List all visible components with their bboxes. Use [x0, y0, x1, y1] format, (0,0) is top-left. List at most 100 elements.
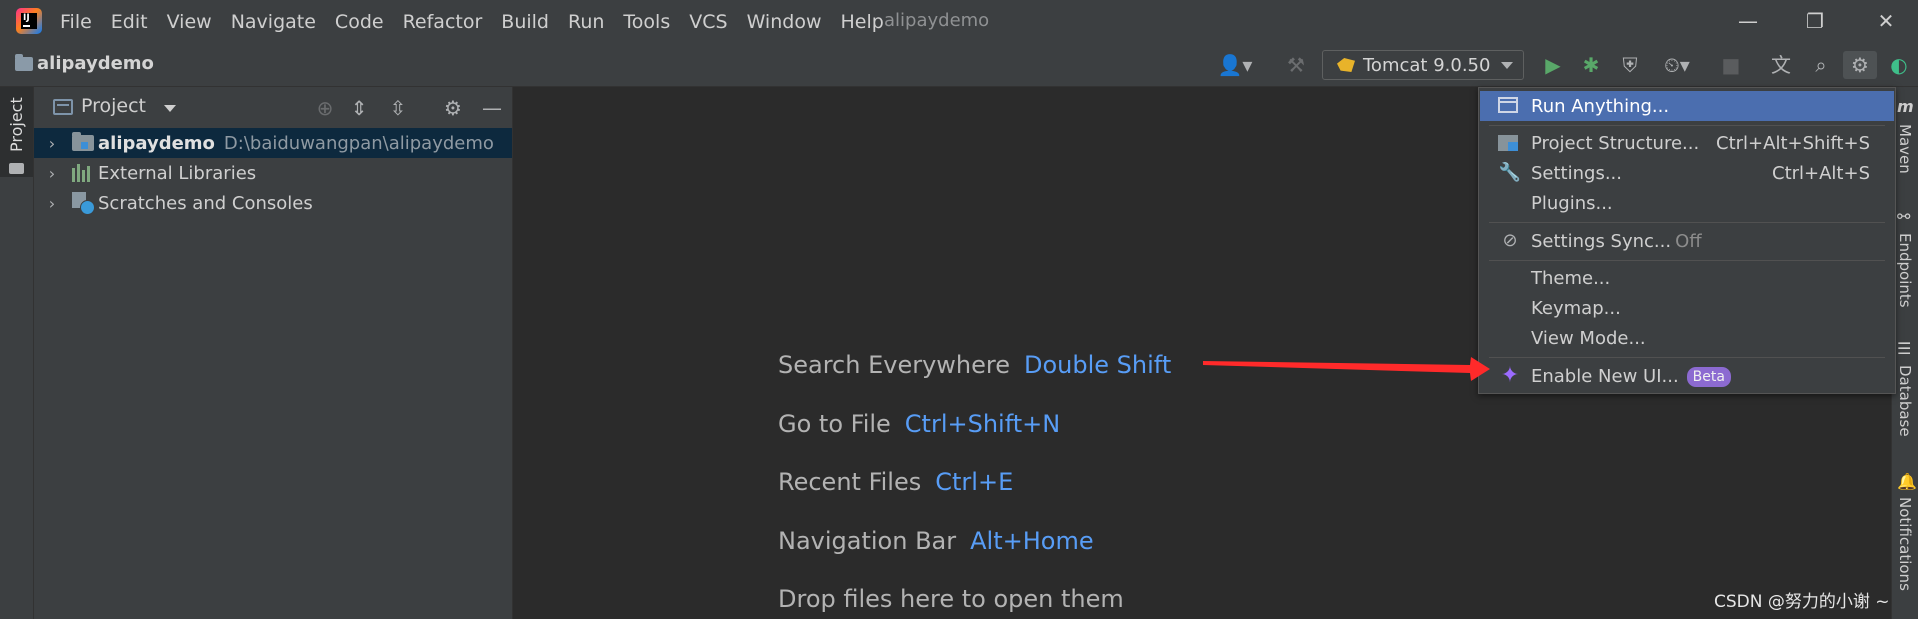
libraries-icon — [72, 164, 94, 182]
tree-row-project[interactable]: › alipaydemo D:\baiduwangpan\alipaydemo — [34, 128, 512, 158]
menu-item-label: Theme... — [1531, 267, 1611, 289]
menu-item-view-mode[interactable]: View Mode... — [1480, 323, 1894, 353]
menu-item-label: Settings Sync... — [1531, 230, 1672, 252]
menu-item-settings-sync[interactable]: ⊘ Settings Sync... Off — [1480, 226, 1894, 256]
collapse-all-icon[interactable]: ⇳ — [384, 94, 412, 122]
plugin-globe-icon[interactable]: ◐ — [1885, 51, 1913, 79]
menu-run[interactable]: Run — [568, 11, 604, 33]
chevron-down-icon[interactable] — [164, 105, 176, 112]
menu-item-enable-new-ui[interactable]: ✦ Enable New UI... Beta — [1480, 361, 1894, 391]
menu-item-label: Run Anything... — [1531, 95, 1670, 117]
menu-view[interactable]: View — [167, 11, 212, 33]
menu-item-label: Plugins... — [1531, 192, 1613, 214]
folder-icon — [15, 53, 33, 71]
hint-shortcut: Ctrl+Shift+N — [904, 410, 1061, 438]
menu-tools[interactable]: Tools — [623, 11, 670, 33]
settings-gear-icon[interactable]: ⚙ — [1843, 51, 1877, 79]
beta-badge: Beta — [1686, 366, 1731, 387]
chevron-right-icon[interactable]: › — [42, 164, 62, 183]
menu-item-plugins[interactable]: Plugins... — [1480, 188, 1894, 218]
hint-recent-files: Recent Files Ctrl+E — [778, 468, 1013, 496]
translate-icon[interactable]: 文 — [1766, 51, 1796, 79]
menu-item-theme[interactable]: Theme... — [1480, 263, 1894, 293]
menu-code[interactable]: Code — [335, 11, 384, 33]
tree-item-path: D:\baiduwangpan\alipaydemo — [223, 132, 494, 154]
menu-item-label-group: Enable New UI... Beta — [1531, 366, 1731, 387]
notifications-bell-icon: 🔔 — [1897, 472, 1917, 491]
chevron-right-icon[interactable]: › — [42, 134, 62, 153]
menu-file[interactable]: File — [60, 11, 92, 33]
run-configuration-select[interactable]: Tomcat 9.0.50 — [1322, 50, 1524, 80]
project-view-icon — [53, 99, 73, 115]
build-hammer-icon[interactable]: ⚒ — [1282, 51, 1310, 79]
endpoints-tab[interactable]: Endpoints — [1896, 233, 1914, 308]
maven-icon: m — [1897, 97, 1914, 116]
menu-help[interactable]: Help — [840, 11, 883, 33]
coverage-shield-icon[interactable]: ⛨ — [1616, 51, 1644, 79]
maven-tab[interactable]: Maven — [1896, 124, 1914, 174]
project-panel-title[interactable]: Project — [81, 95, 146, 117]
run-anything-icon — [1498, 94, 1522, 118]
endpoints-icon: ⚯ — [1897, 207, 1911, 226]
menu-item-keymap[interactable]: Keymap... — [1480, 293, 1894, 323]
run-configuration-label: Tomcat 9.0.50 — [1363, 54, 1491, 76]
menu-refactor[interactable]: Refactor — [403, 11, 483, 33]
settings-popup-menu: Run Anything... Project Structure... Ctr… — [1478, 87, 1896, 394]
tree-item-name: alipaydemo — [98, 132, 215, 154]
sync-status: Off — [1675, 230, 1702, 252]
tomcat-icon — [1337, 58, 1355, 72]
menu-item-label: Enable New UI... — [1531, 365, 1679, 387]
menu-item-project-structure[interactable]: Project Structure... Ctrl+Alt+Shift+S — [1480, 128, 1894, 158]
hide-minus-icon[interactable]: — — [478, 94, 506, 122]
user-account-icon[interactable]: 👤▾ — [1215, 51, 1255, 79]
locate-target-icon[interactable]: ⊕ — [311, 94, 339, 122]
main-menu: File Edit View Navigate Code Refactor Bu… — [60, 0, 903, 43]
search-icon[interactable]: ⌕ — [1806, 51, 1836, 79]
hint-go-to-file: Go to File Ctrl+Shift+N — [778, 410, 1060, 438]
sync-disabled-icon: ⊘ — [1502, 230, 1518, 251]
watermark-text: CSDN @努力的小谢 ~ — [1714, 592, 1890, 612]
breadcrumb[interactable]: alipaydemo — [15, 53, 154, 74]
menu-separator — [1489, 357, 1885, 358]
menu-item-label: View Mode... — [1531, 327, 1646, 349]
window-title: alipaydemo — [884, 10, 990, 31]
hint-drop-files: Drop files here to open them — [778, 585, 1124, 613]
hint-shortcut: Alt+Home — [970, 527, 1094, 555]
menu-build[interactable]: Build — [501, 11, 549, 33]
hint-label: Drop files here to open them — [778, 585, 1124, 613]
menu-item-settings[interactable]: 🔧 Settings... Ctrl+Alt+S — [1480, 158, 1894, 188]
hint-search-everywhere: Search Everywhere Double Shift — [778, 351, 1171, 379]
expand-all-icon[interactable]: ⇕ — [345, 94, 373, 122]
tree-row-scratches[interactable]: › Scratches and Consoles — [34, 188, 512, 218]
chevron-down-icon — [1501, 61, 1513, 69]
run-icon[interactable]: ▶ — [1539, 51, 1567, 79]
debug-bug-icon[interactable]: ✱ — [1577, 51, 1605, 79]
sparkle-icon: ✦ — [1500, 363, 1520, 388]
hint-label: Navigation Bar — [778, 527, 957, 555]
restore-button[interactable]: ❐ — [1800, 8, 1830, 34]
menu-edit[interactable]: Edit — [111, 11, 148, 33]
menu-item-run-anything[interactable]: Run Anything... — [1480, 91, 1894, 121]
menu-item-label: Project Structure... — [1531, 132, 1700, 154]
project-tool-tab-label[interactable]: Project — [7, 97, 26, 152]
main-toolbar: alipaydemo 👤▾ ⚒ Tomcat 9.0.50 ▶ ✱ ⛨ ⏲▾ ■… — [0, 43, 1918, 87]
gear-icon[interactable]: ⚙ — [439, 94, 467, 122]
menu-item-shortcut: Ctrl+Alt+S — [1772, 162, 1870, 184]
module-folder-icon — [72, 132, 94, 151]
hint-navigation-bar: Navigation Bar Alt+Home — [778, 527, 1094, 555]
menu-vcs[interactable]: VCS — [689, 11, 727, 33]
notifications-tab[interactable]: Notifications — [1896, 497, 1914, 591]
hint-label: Recent Files — [778, 468, 922, 496]
minimize-button[interactable]: — — [1733, 8, 1763, 34]
tree-row-external-libraries[interactable]: › External Libraries — [34, 158, 512, 188]
menu-window[interactable]: Window — [747, 11, 822, 33]
menu-navigate[interactable]: Navigate — [231, 11, 316, 33]
profiler-icon[interactable]: ⏲▾ — [1656, 51, 1698, 79]
tree-item-name: Scratches and Consoles — [98, 192, 313, 214]
breadcrumb-project[interactable]: alipaydemo — [37, 53, 154, 74]
folder-icon — [9, 163, 24, 174]
database-tab[interactable]: Database — [1896, 365, 1914, 437]
close-button[interactable]: ✕ — [1871, 8, 1901, 34]
stop-icon[interactable]: ■ — [1717, 51, 1745, 79]
chevron-right-icon[interactable]: › — [42, 194, 62, 213]
